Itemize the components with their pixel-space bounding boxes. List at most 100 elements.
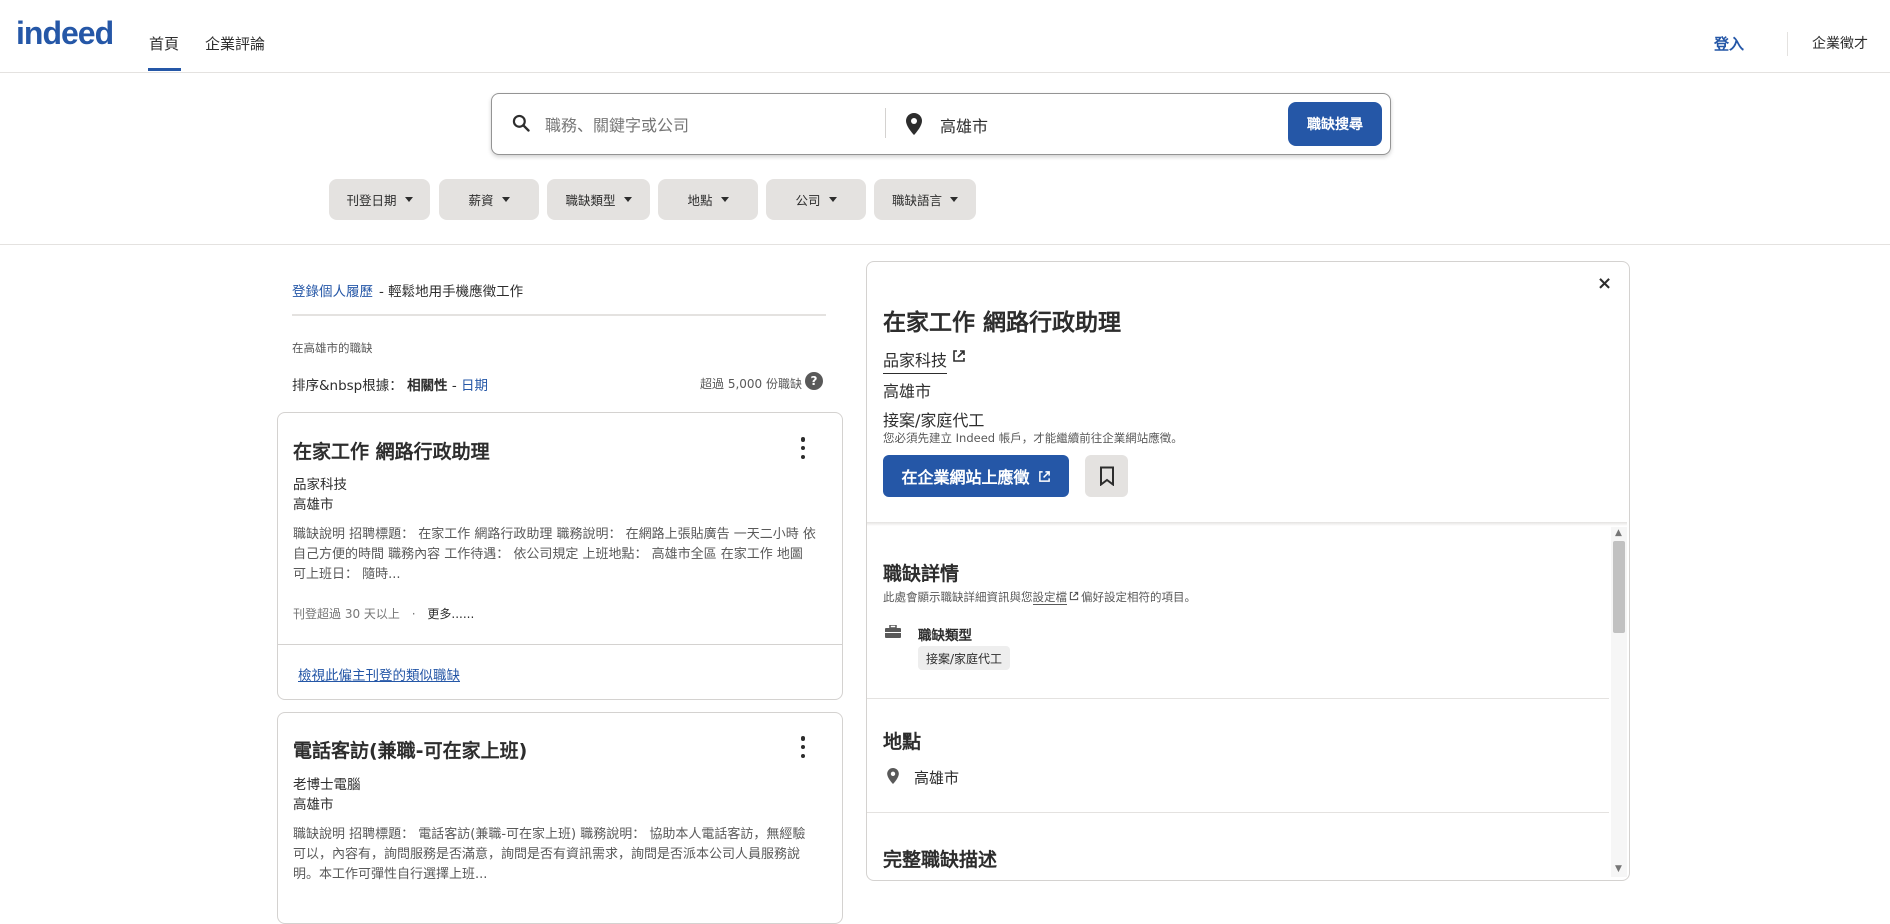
detail-company-link[interactable]: 品家科技	[883, 347, 948, 374]
location-pin-icon	[887, 768, 899, 784]
caret-down-icon	[720, 197, 729, 202]
company-name: 品家科技	[293, 477, 347, 493]
upload-resume-link[interactable]: 登錄個人履歷	[292, 280, 373, 300]
help-icon[interactable]: ?	[805, 372, 823, 390]
resume-promo-text: - 輕鬆地用手機應徵工作	[379, 284, 524, 300]
job-location: 高雄市	[293, 797, 334, 813]
location-value: 高雄市	[914, 769, 960, 787]
more-link[interactable]: 更多......	[427, 607, 474, 621]
sort-separator: -	[447, 378, 462, 394]
job-type-label: 職缺類型	[918, 628, 972, 644]
scroll-down-arrow-icon[interactable]: ▼	[1615, 864, 1622, 874]
save-job-button[interactable]	[1085, 455, 1128, 497]
filter-label: 薪資	[468, 193, 494, 208]
detail-job-type: 接案/家庭代工	[883, 411, 985, 430]
bookmark-icon	[1099, 466, 1114, 486]
external-link-icon	[1069, 591, 1079, 601]
snippet-line: 職缺說明 招聘標題： 在家工作 網路行政助理 職務說明： 在網路上張貼廣告 一天…	[293, 527, 816, 542]
apply-label: 在企業網站上應徵	[901, 468, 1030, 487]
caret-down-icon	[404, 197, 413, 202]
employers-link[interactable]: 企業徵才	[1812, 33, 1868, 53]
job-details-subtitle: 此處會顯示職缺詳細資訊與您設定檔 偏好設定相符的項目。	[883, 589, 1196, 605]
promo-divider	[292, 314, 826, 316]
filter-label: 職缺語言	[891, 193, 942, 208]
section-divider	[867, 698, 1609, 699]
sort-relevance: 相關性	[407, 378, 448, 394]
job-detail-panel	[866, 261, 1630, 881]
section-divider	[867, 812, 1609, 813]
job-card[interactable]: 電話客訪(兼職-可在家上班) 老博士電腦 高雄市 職缺說明 招聘標題： 電話客訪…	[277, 712, 843, 924]
nav-active-indicator	[148, 68, 181, 71]
caret-down-icon	[501, 197, 510, 202]
job-location: 高雄市	[293, 497, 334, 513]
similar-jobs-link[interactable]: 檢視此僱主刊登的類似職缺	[298, 664, 460, 684]
filter-label: 地點	[687, 193, 713, 208]
filter-label: 公司	[795, 193, 821, 208]
job-count: 超過 5,000 份職缺	[700, 377, 802, 391]
close-icon[interactable]: ×	[1597, 273, 1612, 294]
job-details-heading: 職缺詳情	[883, 563, 960, 585]
external-link-icon	[953, 350, 965, 362]
scrollbar-thumb[interactable]	[1613, 541, 1625, 633]
caret-down-icon	[623, 197, 632, 202]
job-snippet: 職缺說明 招聘標題： 在家工作 網路行政助理 職務說明： 在網路上張貼廣告 一天…	[293, 525, 841, 585]
indeed-logo[interactable]: indeed	[16, 15, 114, 52]
filters-divider	[0, 244, 1890, 245]
meta-separator: ·	[411, 607, 416, 621]
nav-company-reviews[interactable]: 企業評論	[205, 33, 265, 54]
filter-location[interactable]: 地點	[658, 179, 758, 220]
account-notice: 您必須先建立 Indeed 帳戶，才能繼續前往企業網站應徵。	[883, 431, 1183, 445]
detail-job-title: 在家工作 網路行政助理	[883, 310, 1122, 336]
more-options-icon[interactable]	[800, 736, 806, 758]
nav-home[interactable]: 首頁	[149, 33, 179, 54]
find-jobs-button[interactable]: 職缺搜尋	[1288, 102, 1382, 146]
search-icon	[512, 114, 530, 132]
snippet-line: 自己方便的時間 職務內容 工作待遇： 依公司規定 上班地點： 高雄市全區 在家工…	[293, 547, 803, 562]
signin-link[interactable]: 登入	[1714, 33, 1744, 54]
profile-settings-link[interactable]: 設定檔	[1032, 590, 1067, 605]
sort-prefix: 排序&nbsp根據：	[292, 378, 403, 394]
filter-company[interactable]: 公司	[766, 179, 866, 220]
external-link-icon	[1038, 470, 1050, 482]
filter-salary[interactable]: 薪資	[439, 179, 539, 220]
more-options-icon[interactable]	[800, 437, 806, 459]
full-description-heading: 完整職缺描述	[883, 849, 998, 871]
header-divider	[1787, 32, 1788, 56]
job-card[interactable]: 在家工作 網路行政助理 品家科技 高雄市 職缺說明 招聘標題： 在家工作 網路行…	[277, 412, 843, 700]
job-title[interactable]: 在家工作 網路行政助理	[293, 437, 490, 464]
search-field-divider	[885, 108, 886, 138]
job-meta: 刊登超過 30 天以上 · 更多......	[293, 605, 474, 622]
job-title[interactable]: 電話客訪(兼職-可在家上班)	[293, 736, 527, 763]
location-heading: 地點	[883, 731, 922, 753]
panel-header-shadow	[867, 522, 1627, 526]
location-pin-icon	[906, 113, 922, 135]
sort-by-date-link[interactable]: 日期	[461, 378, 488, 394]
top-header	[0, 0, 1890, 73]
posted-date: 刊登超過 30 天以上	[293, 607, 400, 621]
caret-down-icon	[950, 197, 958, 202]
snippet-line: 可上班日： 隨時...	[293, 567, 401, 582]
filter-label: 刊登日期	[346, 193, 397, 208]
apply-on-company-site-button[interactable]: 在企業網站上應徵	[883, 455, 1069, 497]
what-search-input[interactable]	[543, 112, 877, 138]
filter-job-type[interactable]: 職缺類型	[547, 179, 650, 220]
job-type-tag: 接案/家庭代工	[918, 646, 1011, 670]
filter-date-posted[interactable]: 刊登日期	[329, 179, 430, 220]
snippet-line: 明。本工作可彈性自行選擇上班...	[293, 867, 488, 882]
detail-location: 高雄市	[883, 382, 932, 401]
briefcase-icon	[885, 625, 901, 638]
where-search-input[interactable]	[938, 112, 1272, 138]
scroll-up-arrow-icon[interactable]: ▲	[1615, 528, 1622, 538]
snippet-line: 可以，內容有，詢問服務是否滿意，詢問是否有資訊需求，詢問是否派本公司人員服務說	[293, 847, 801, 862]
caret-down-icon	[828, 197, 837, 202]
subtitle-text: 此處會顯示職缺詳細資訊與您	[883, 590, 1033, 604]
filter-label: 職缺類型	[565, 193, 616, 208]
logo-text: indeed	[16, 15, 114, 51]
filter-job-language[interactable]: 職缺語言	[874, 179, 976, 220]
subtitle-text: 偏好設定相符的項目。	[1081, 590, 1196, 604]
card-divider	[278, 644, 842, 645]
job-snippet: 職缺說明 招聘標題： 電話客訪(兼職-可在家上班) 職務說明： 協助本人電話客訪…	[293, 825, 841, 885]
company-name: 老博士電腦	[293, 777, 361, 793]
sort-options: 排序&nbsp根據： 相關性 - 日期	[292, 374, 488, 394]
snippet-line: 職缺說明 招聘標題： 電話客訪(兼職-可在家上班) 職務說明： 協助本人電話客訪…	[293, 827, 806, 842]
